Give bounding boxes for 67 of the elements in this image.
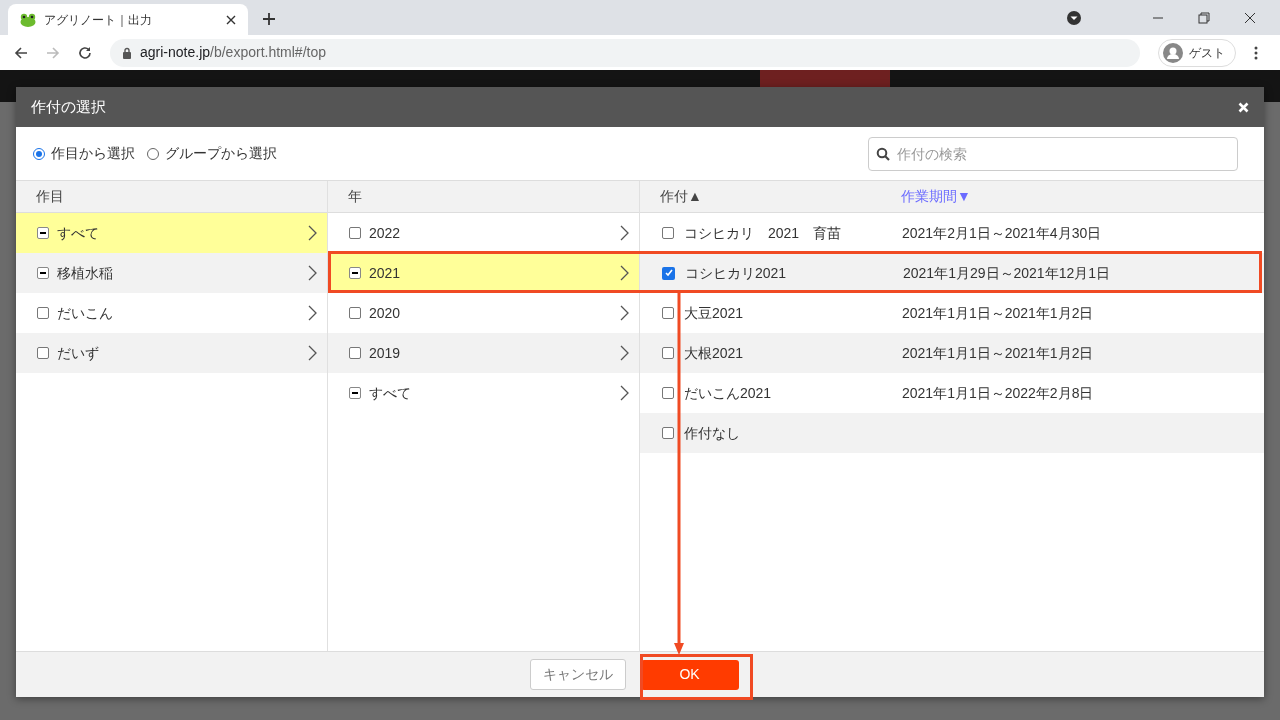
checkbox[interactable]: [662, 387, 674, 399]
radio-option[interactable]: グループから選択: [147, 143, 277, 164]
partial-checkbox[interactable]: [37, 227, 49, 239]
menu-icon[interactable]: [1254, 45, 1258, 60]
new-tab-icon[interactable]: [262, 12, 276, 26]
table-cell-text: 2021年2月1日～2021年4月30日: [902, 223, 1102, 243]
table-cell-text: コシヒカリ 2021 育苗: [684, 223, 843, 243]
table-cell-text: 大豆2021: [684, 303, 745, 323]
checkbox[interactable]: [662, 307, 674, 319]
table-cell-text: 2021年1月1日～2021年1月2日: [902, 343, 1094, 363]
checkbox[interactable]: [37, 347, 49, 359]
sort-header[interactable]: 作業期間▼: [901, 186, 971, 207]
column-header: 年: [348, 187, 362, 206]
browser-tab[interactable]: アグリノート｜出力: [8, 4, 248, 35]
address-field[interactable]: agri-note.jp/b/export.html#/top: [110, 38, 1140, 67]
table-cell-text: だいこん2021: [684, 383, 773, 403]
chevron-right-icon: [620, 385, 629, 401]
sort-header[interactable]: 作付▲: [660, 186, 901, 207]
checkbox[interactable]: [349, 307, 361, 319]
table-cell-text: コシヒカリ2021: [685, 263, 788, 283]
chevron-right-icon: [308, 225, 317, 241]
table-row[interactable]: 大根2021 2021年1月1日～2021年1月2日: [640, 333, 1264, 373]
checkbox[interactable]: [37, 307, 49, 319]
cancel-button[interactable]: キャンセル: [529, 659, 626, 690]
column-header: 作目: [36, 187, 64, 206]
dialog-title: 作付の選択: [31, 96, 107, 117]
table-cell-text: 作付なし: [684, 423, 741, 443]
partial-checkbox[interactable]: [349, 267, 361, 279]
table-cell-text: 2021年1月1日～2022年2月8日: [902, 383, 1094, 403]
chevron-right-icon: [620, 305, 629, 321]
person-icon: [1163, 42, 1183, 63]
lock-icon: [122, 46, 132, 59]
table-row[interactable]: コシヒカリ2021 2021年1月29日～2021年12月1日: [640, 253, 1264, 293]
close-icon[interactable]: [226, 14, 236, 25]
ok-button[interactable]: OK: [640, 659, 739, 690]
partial-checkbox[interactable]: [37, 267, 49, 279]
search-icon: [876, 146, 890, 161]
list-item[interactable]: 移植水稲: [16, 253, 327, 293]
partial-checkbox[interactable]: [349, 387, 361, 399]
checkbox[interactable]: [662, 427, 674, 439]
radio-option[interactable]: 作目から選択: [33, 143, 135, 164]
table-row[interactable]: 作付なし: [640, 413, 1264, 453]
list-item[interactable]: だいず: [16, 333, 327, 373]
close-icon[interactable]: [1244, 12, 1256, 24]
frog-icon: [20, 12, 36, 27]
table-cell-text: 2021年1月29日～2021年12月1日: [903, 263, 1110, 283]
table-cell-text: 大根2021: [684, 343, 745, 363]
checkbox[interactable]: [662, 227, 674, 239]
list-item[interactable]: すべて: [16, 213, 327, 253]
list-item[interactable]: 2019: [328, 333, 639, 373]
reload-icon[interactable]: [78, 45, 92, 60]
chevron-right-icon: [620, 265, 629, 281]
checkbox[interactable]: [349, 347, 361, 359]
checkbox[interactable]: [662, 347, 674, 359]
chevron-right-icon: [308, 265, 317, 281]
restore-icon[interactable]: [1198, 12, 1210, 24]
back-icon[interactable]: [14, 45, 28, 60]
dropdown-icon[interactable]: [1066, 10, 1082, 26]
chevron-right-icon: [308, 305, 317, 321]
chevron-right-icon: [308, 345, 317, 361]
chevron-right-icon: [620, 345, 629, 361]
table-cell-text: 2021年1月1日～2021年1月2日: [902, 303, 1094, 323]
checkbox[interactable]: [349, 227, 361, 239]
tab-title: アグリノート｜出力: [44, 11, 153, 29]
chevron-right-icon: [620, 225, 629, 241]
checkbox[interactable]: [662, 266, 675, 280]
search-field[interactable]: 作付の検索: [868, 136, 1238, 171]
